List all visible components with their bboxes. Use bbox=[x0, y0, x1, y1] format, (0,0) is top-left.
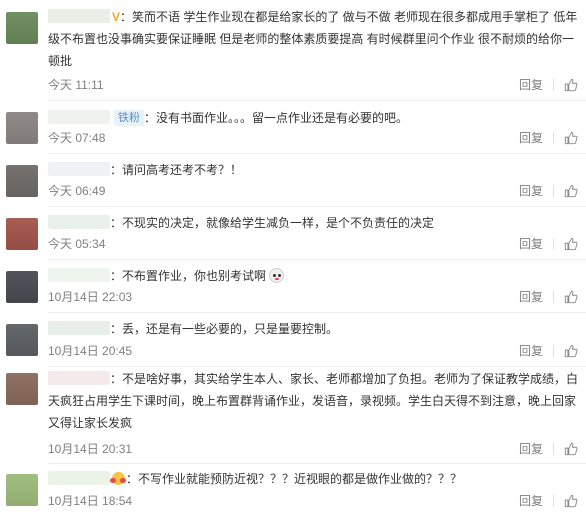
comment-text: V：笑而不语 学生作业现在都是给家长的了 做与不做 老师现在很多都成甩手掌柜了 … bbox=[48, 6, 578, 72]
comment-meta: 今天 11:11 回复 bbox=[48, 76, 578, 94]
avatar[interactable] bbox=[6, 165, 38, 197]
username[interactable] bbox=[48, 268, 110, 282]
like-icon[interactable] bbox=[564, 494, 578, 508]
like-icon[interactable] bbox=[564, 131, 578, 145]
comment-actions: 回复 bbox=[519, 342, 578, 360]
avatar[interactable] bbox=[6, 12, 38, 44]
comment-time: 10月14日 18:54 bbox=[48, 494, 133, 508]
username[interactable] bbox=[48, 215, 110, 229]
comment-content: ：丢，还是有一些必要的，只是量要控制。 bbox=[110, 322, 339, 336]
divider bbox=[48, 312, 586, 313]
divider bbox=[553, 132, 554, 144]
username[interactable] bbox=[48, 162, 110, 176]
comment-time: 今天 06:49 bbox=[48, 184, 106, 198]
comment-time: 10月14日 22:03 bbox=[48, 290, 133, 304]
divider bbox=[48, 366, 586, 367]
avatar[interactable] bbox=[6, 474, 38, 506]
like-icon[interactable] bbox=[564, 78, 578, 92]
avatar[interactable] bbox=[6, 218, 38, 250]
avatar[interactable] bbox=[6, 324, 38, 356]
divider bbox=[553, 291, 554, 303]
comment-text: 铁粉 ：没有书面作业。。。留一点作业还是有必要的吧。 bbox=[48, 107, 578, 129]
comment-content: ：没有书面作业。。。留一点作业还是有必要的吧。 bbox=[144, 111, 409, 125]
like-icon[interactable] bbox=[564, 290, 578, 304]
divider bbox=[553, 345, 554, 357]
panda-emoji-icon bbox=[269, 268, 285, 283]
comment-content: ：笑而不语 学生作业现在都是给家长的了 做与不做 老师现在很多都成甩手掌柜了 低… bbox=[48, 10, 578, 68]
comment-text: ：不是啥好事，其实给学生本人、家长、老师都增加了负担。老师为了保证教学成绩，白天… bbox=[48, 368, 578, 434]
avatar[interactable] bbox=[6, 271, 38, 303]
comment-actions: 回复 bbox=[519, 76, 578, 94]
comment-content: ：请问高考还考不考？！ bbox=[110, 163, 243, 177]
comment-meta: 10月14日 20:31 回复 bbox=[48, 440, 578, 458]
comment-text: ：不写作业就能预防近视？？？近视眼的都是做作业做的？？？ bbox=[48, 468, 578, 490]
like-icon[interactable] bbox=[564, 442, 578, 456]
divider bbox=[48, 463, 586, 464]
comment-content: ：不是啥好事，其实给学生本人、家长、老师都增加了负担。老师为了保证教学成绩，白天… bbox=[48, 372, 579, 430]
reply-button[interactable]: 回复 bbox=[519, 492, 543, 510]
comment-actions: 回复 bbox=[519, 129, 578, 147]
username[interactable] bbox=[48, 471, 110, 485]
like-icon[interactable] bbox=[564, 344, 578, 358]
fan-badge: 铁粉 bbox=[114, 110, 144, 126]
reply-button[interactable]: 回复 bbox=[519, 440, 543, 458]
divider bbox=[553, 495, 554, 507]
username[interactable] bbox=[48, 9, 110, 23]
comment-time: 今天 05:34 bbox=[48, 237, 106, 251]
reply-button[interactable]: 回复 bbox=[519, 76, 543, 94]
username[interactable] bbox=[48, 371, 110, 385]
comment-meta: 10月14日 20:45 回复 bbox=[48, 342, 578, 360]
verified-badge-icon: V bbox=[112, 10, 121, 24]
reply-button[interactable]: 回复 bbox=[519, 235, 543, 253]
divider bbox=[48, 153, 586, 154]
avatar[interactable] bbox=[6, 373, 38, 405]
reply-button[interactable]: 回复 bbox=[519, 288, 543, 306]
divider bbox=[553, 185, 554, 197]
comment-content: ：不现实的决定，就像给学生减负一样，是个不负责任的决定 bbox=[110, 216, 435, 230]
comment-actions: 回复 bbox=[519, 440, 578, 458]
username[interactable] bbox=[48, 321, 110, 335]
comment-text: ：不布置作业，你也别考试啊 bbox=[48, 265, 578, 287]
comment-actions: 回复 bbox=[519, 235, 578, 253]
reply-button[interactable]: 回复 bbox=[519, 342, 543, 360]
comment-time: 今天 11:11 bbox=[48, 78, 104, 92]
divider bbox=[553, 238, 554, 250]
comment-time: 10月14日 20:45 bbox=[48, 344, 133, 358]
divider bbox=[553, 443, 554, 455]
reply-button[interactable]: 回复 bbox=[519, 182, 543, 200]
username[interactable] bbox=[48, 110, 110, 124]
like-icon[interactable] bbox=[564, 237, 578, 251]
hug-emoji-icon bbox=[110, 471, 126, 486]
comment-text: ：请问高考还考不考？！ bbox=[48, 159, 578, 181]
divider bbox=[553, 79, 554, 91]
comment-meta: 今天 07:48 回复 bbox=[48, 129, 578, 147]
divider bbox=[48, 259, 586, 260]
comment-time: 今天 07:48 bbox=[48, 131, 106, 145]
comment-meta: 10月14日 18:54 回复 bbox=[48, 492, 578, 510]
comment-meta: 10月14日 22:03 回复 bbox=[48, 288, 578, 306]
comment-meta: 今天 06:49 回复 bbox=[48, 182, 578, 200]
divider bbox=[48, 206, 586, 207]
comment-actions: 回复 bbox=[519, 288, 578, 306]
reply-button[interactable]: 回复 bbox=[519, 129, 543, 147]
comment-text: ：不现实的决定，就像给学生减负一样，是个不负责任的决定 bbox=[48, 212, 578, 234]
comment-meta: 今天 05:34 回复 bbox=[48, 235, 578, 253]
comment-content: ：不布置作业，你也别考试啊 bbox=[110, 269, 267, 283]
comment-actions: 回复 bbox=[519, 492, 578, 510]
avatar[interactable] bbox=[6, 112, 38, 144]
comment-actions: 回复 bbox=[519, 182, 578, 200]
comment-content: ：不写作业就能预防近视？？？近视眼的都是做作业做的？？？ bbox=[126, 472, 463, 486]
comment-text: ：丢，还是有一些必要的，只是量要控制。 bbox=[48, 318, 578, 340]
like-icon[interactable] bbox=[564, 184, 578, 198]
comment-time: 10月14日 20:31 bbox=[48, 442, 133, 456]
divider bbox=[48, 100, 586, 101]
